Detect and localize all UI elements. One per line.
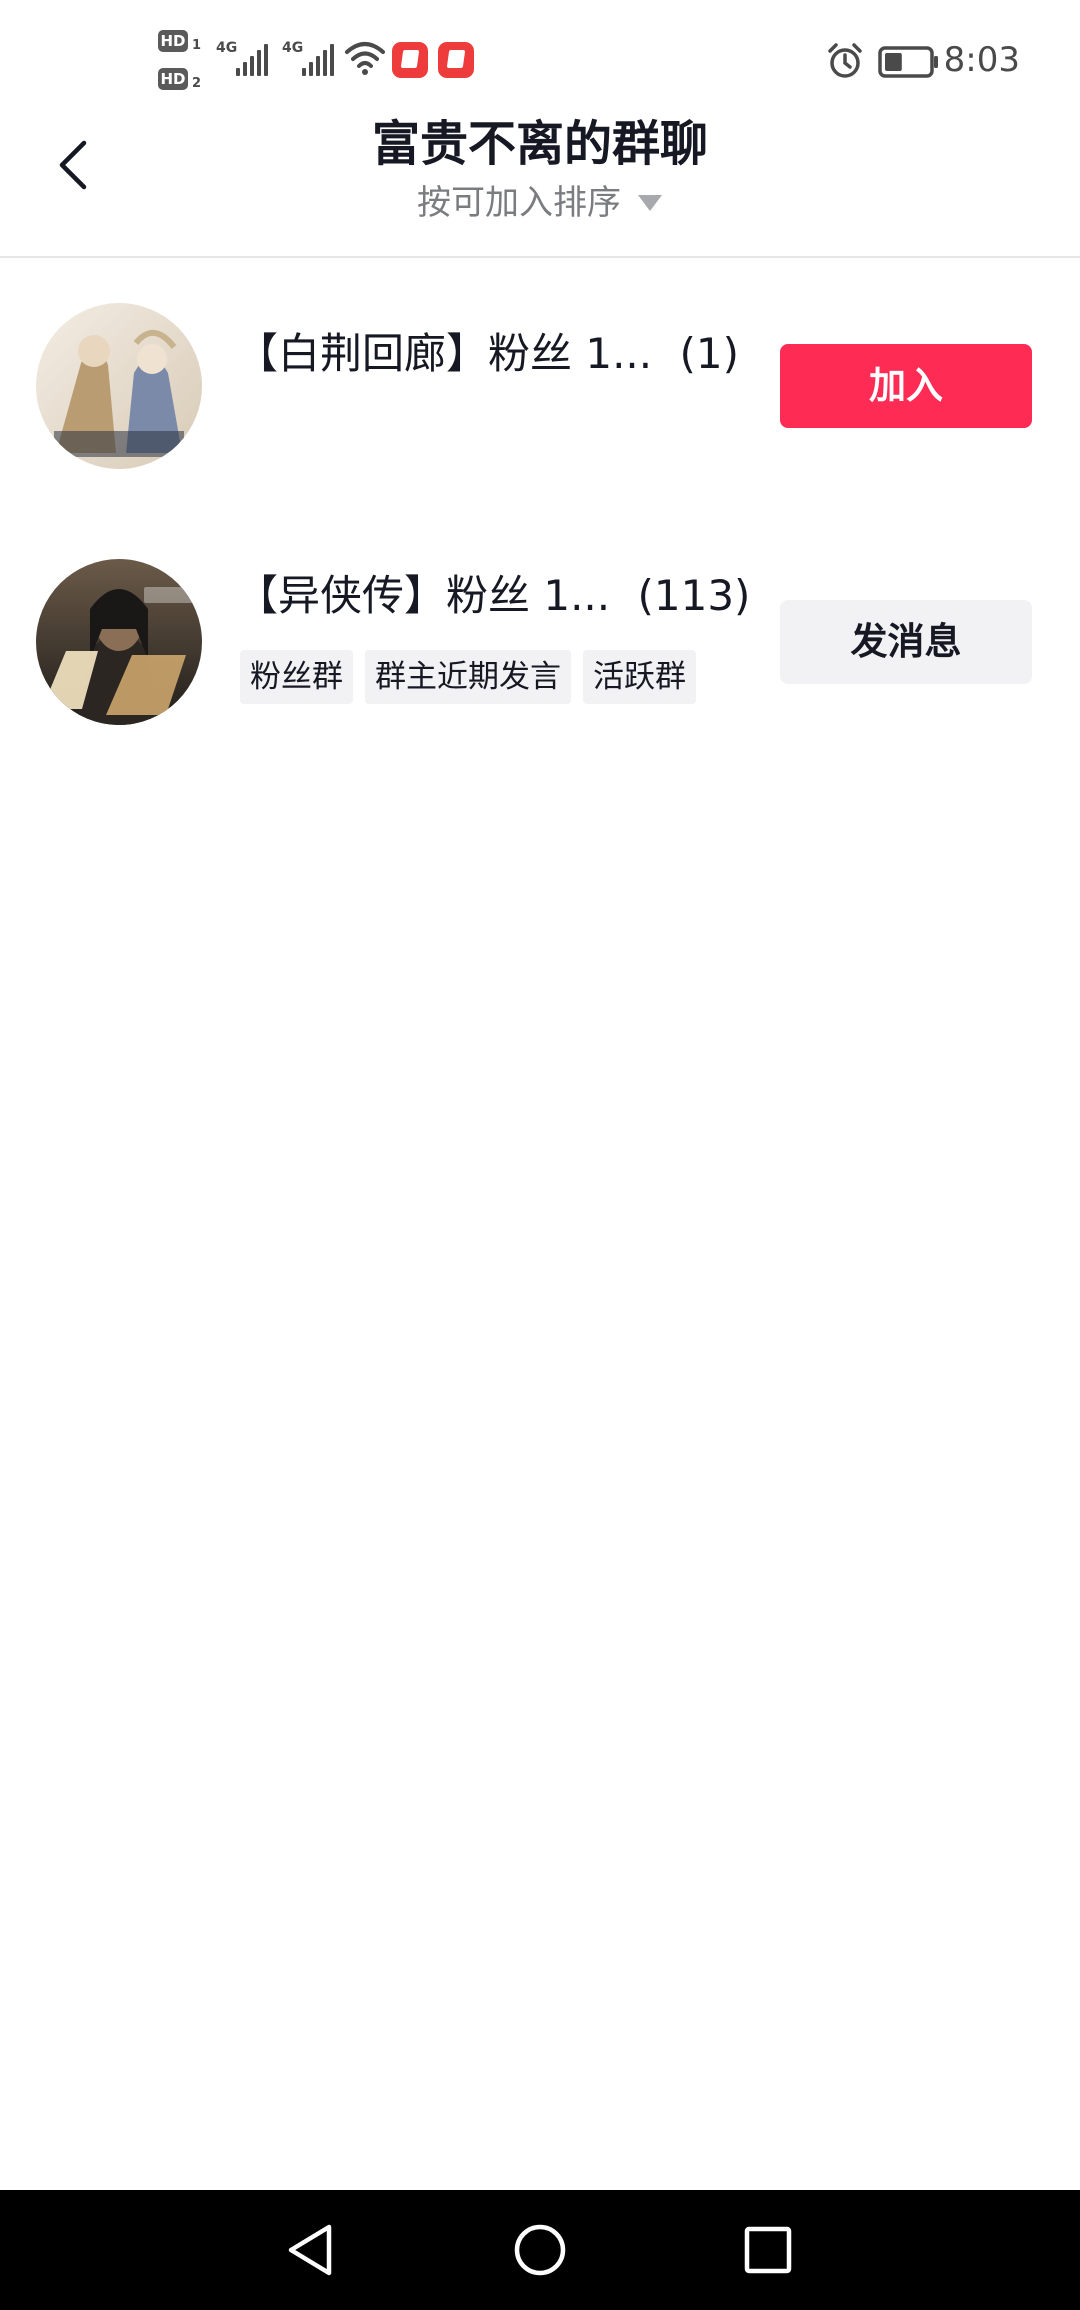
nav-recents-button[interactable]: [708, 2190, 828, 2310]
system-navigation-bar: [0, 2190, 1080, 2310]
nav-home-icon: [514, 2224, 566, 2276]
nav-recents-icon: [744, 2226, 792, 2274]
group-member-count: (113): [637, 571, 751, 620]
nav-home-button[interactable]: [480, 2190, 600, 2310]
sort-dropdown[interactable]: 按可加入排序: [0, 176, 1080, 230]
group-name: 【异侠传】粉丝 1... (113): [236, 568, 750, 624]
group-name-text: 【异侠传】粉丝 1...: [236, 571, 611, 620]
sim1-hd-badge: HD: [158, 30, 188, 52]
group-member-count: (1): [679, 329, 739, 378]
sim2-hd-badge: HD: [158, 68, 188, 90]
screen: HD 1 HD 2 4G 4G 8:03 富贵不离的群聊 按可加入排序 【白荆回…: [0, 0, 1080, 2310]
group-avatar-image: [36, 559, 202, 725]
app-notification-icon: [438, 42, 474, 78]
group-list-item[interactable]: 【异侠传】粉丝 1... (113) 粉丝群 群主近期发言 活跃群 发消息: [0, 542, 1080, 742]
status-bar: HD 1 HD 2 4G 4G 8:03: [0, 0, 1080, 120]
sort-label: 按可加入排序: [417, 183, 621, 223]
sim1-index: 1: [192, 38, 202, 53]
group-tag: 粉丝群: [240, 650, 353, 704]
group-tag: 活跃群: [583, 650, 696, 704]
triangle-down-icon: [638, 195, 662, 211]
sim2-index: 2: [192, 76, 202, 91]
alarm-clock-icon: [828, 43, 862, 78]
signal1-icon: [236, 44, 268, 76]
group-avatar[interactable]: [36, 559, 202, 725]
group-name-text: 【白荆回廊】粉丝 1...: [236, 329, 653, 378]
signal2-icon: [302, 44, 334, 76]
join-button[interactable]: 加入: [780, 344, 1032, 428]
nav-back-button[interactable]: [250, 2190, 370, 2310]
app-notification-icon: [392, 42, 428, 78]
network1-label: 4G: [216, 40, 238, 56]
header-divider: [0, 256, 1080, 258]
group-tags: 粉丝群 群主近期发言 活跃群: [240, 650, 696, 704]
group-list-item[interactable]: 【白荆回廊】粉丝 1... (1) 加入: [0, 286, 1080, 486]
group-avatar[interactable]: [36, 303, 202, 469]
page-title: 富贵不离的群聊: [371, 116, 708, 172]
nav-back-icon: [288, 2224, 332, 2276]
group-avatar-image: [36, 303, 202, 469]
wifi-icon: [345, 42, 385, 75]
group-name: 【白荆回廊】粉丝 1... (1): [236, 326, 739, 382]
network2-label: 4G: [282, 40, 304, 56]
group-tag: 群主近期发言: [365, 650, 571, 704]
send-message-button[interactable]: 发消息: [780, 600, 1032, 684]
battery-icon: [878, 46, 938, 78]
status-time: 8:03: [943, 40, 1020, 80]
